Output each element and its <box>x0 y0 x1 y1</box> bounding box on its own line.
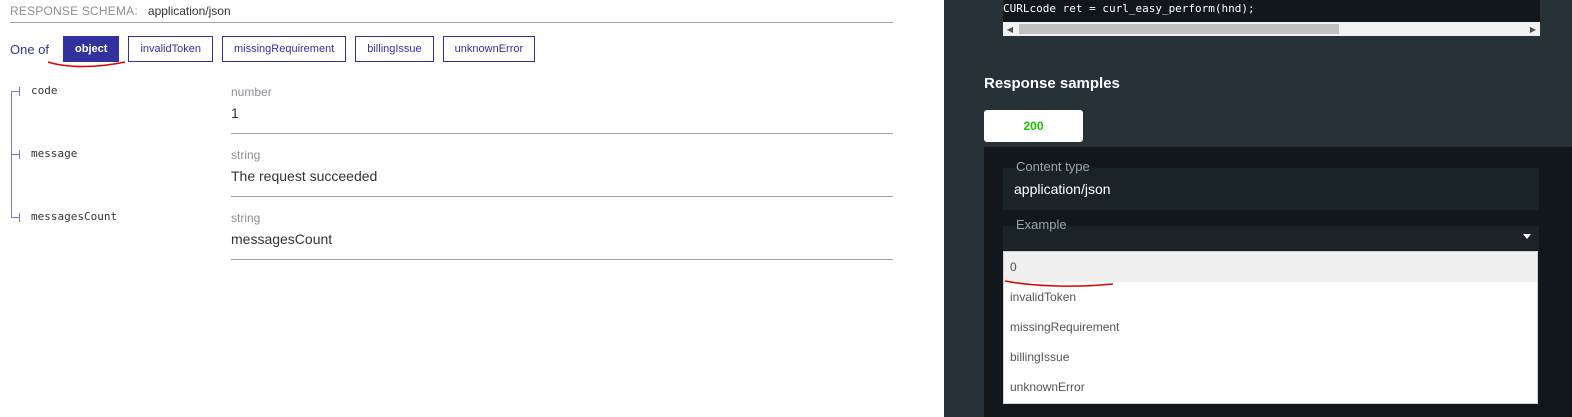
property-row-messages-count: messagesCount string messagesCount <box>11 210 893 280</box>
schema-panel: RESPONSE SCHEMA: application/json One of … <box>0 0 944 417</box>
response-schema-header: RESPONSE SCHEMA: application/json <box>10 4 893 23</box>
variant-missing-requirement-button[interactable]: missingRequirement <box>221 36 347 62</box>
tab-status-200[interactable]: 200 <box>984 110 1083 142</box>
content-type-label: Content type <box>1016 159 1090 174</box>
property-type: string <box>231 148 261 162</box>
response-samples-title: Response samples <box>984 75 1120 92</box>
chevron-down-icon <box>1523 234 1531 239</box>
code-sample-box: CURLcode ret = curl_easy_perform(hnd); ◀… <box>1003 0 1540 36</box>
example-dropdown-list: 0 invalidToken missingRequirement billin… <box>1003 251 1538 404</box>
property-row-message: message string The request succeeded <box>11 147 893 217</box>
code-sample-line: CURLcode ret = curl_easy_perform(hnd); <box>1003 2 1255 15</box>
property-detail: string messagesCount <box>231 211 893 260</box>
one-of-selector: One of object invalidToken missingRequir… <box>10 36 544 62</box>
variant-unknown-error-button[interactable]: unknownError <box>442 36 536 62</box>
variant-object-button[interactable]: object <box>63 36 120 62</box>
example-option-billing-issue[interactable]: billingIssue <box>1004 342 1537 372</box>
scroll-right-arrow-icon[interactable]: ▶ <box>1526 22 1540 36</box>
property-name: message <box>31 147 78 160</box>
scroll-left-arrow-icon[interactable]: ◀ <box>1003 22 1017 36</box>
variant-billing-issue-button[interactable]: billingIssue <box>355 36 434 62</box>
content-type-value: application/json <box>1014 181 1111 197</box>
property-value: 1 <box>231 105 239 121</box>
property-value: The request succeeded <box>231 168 378 184</box>
example-option-unknown-error[interactable]: unknownError <box>1004 372 1537 402</box>
property-detail: number 1 <box>231 85 893 134</box>
property-name: code <box>31 84 58 97</box>
property-detail: string The request succeeded <box>231 148 893 197</box>
property-type: string <box>231 211 261 225</box>
response-schema-label: RESPONSE SCHEMA: <box>10 4 138 18</box>
property-value: messagesCount <box>231 231 333 247</box>
property-row-code: code number 1 <box>11 84 893 154</box>
response-schema-content-type: application/json <box>147 4 231 18</box>
example-option-0[interactable]: 0 <box>1004 252 1537 282</box>
example-select[interactable] <box>1003 226 1539 250</box>
example-label: Example <box>1016 217 1067 232</box>
one-of-label: One of <box>10 41 50 57</box>
property-type: number <box>231 85 272 99</box>
example-option-invalid-token[interactable]: invalidToken <box>1004 282 1537 312</box>
example-option-missing-requirement[interactable]: missingRequirement <box>1004 312 1537 342</box>
property-name: messagesCount <box>31 210 118 223</box>
scrollbar-thumb[interactable] <box>1019 24 1339 34</box>
code-horizontal-scrollbar[interactable]: ◀ ▶ <box>1003 22 1540 36</box>
variant-invalid-token-button[interactable]: invalidToken <box>128 36 213 62</box>
